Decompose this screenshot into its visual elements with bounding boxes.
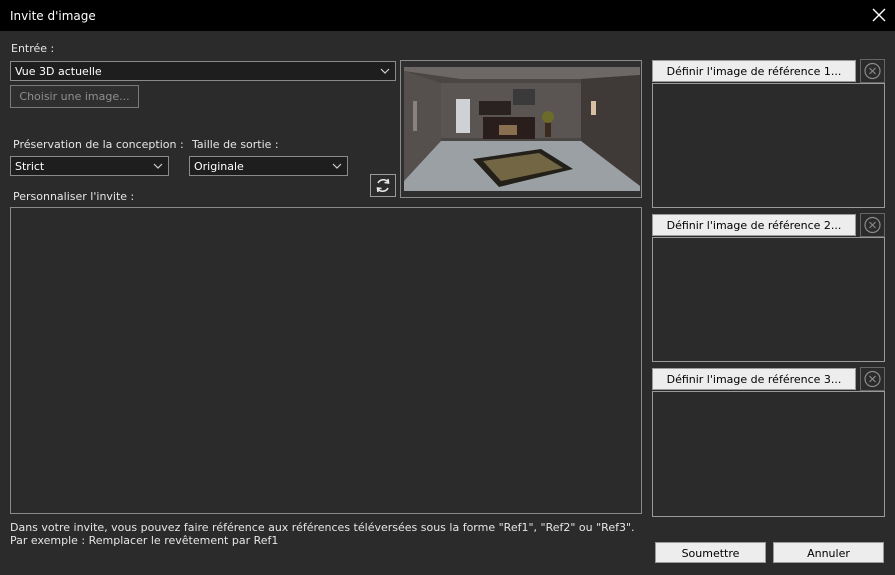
window-title: Invite d'image <box>10 9 96 23</box>
design-preservation-value: Strict <box>15 160 45 173</box>
preview-thumbnail <box>400 60 642 198</box>
design-preservation-dropdown[interactable]: Strict <box>10 156 169 176</box>
set-reference-3-button[interactable]: Définir l'image de référence 3... <box>652 368 856 390</box>
reference-2-image-slot[interactable] <box>652 237 885 362</box>
design-preservation-label: Préservation de la conception : <box>13 138 184 151</box>
prompt-textarea[interactable] <box>10 207 642 514</box>
output-size-label: Taille de sortie : <box>192 138 279 151</box>
refresh-button[interactable] <box>370 174 396 197</box>
cancel-button[interactable]: Annuler <box>773 542 884 563</box>
output-size-dropdown[interactable]: Originale <box>189 156 348 176</box>
chevron-down-icon <box>153 163 163 169</box>
source-value: Vue 3D actuelle <box>15 65 102 78</box>
output-size-value: Originale <box>194 160 244 173</box>
room-preview-image <box>401 61 641 197</box>
input-label: Entrée : <box>11 42 55 55</box>
title-bar <box>0 0 895 31</box>
close-button[interactable] <box>870 6 888 24</box>
clear-reference-3-button[interactable] <box>860 367 885 391</box>
hint-line-2: Par exemple : Remplacer le revêtement pa… <box>10 534 279 547</box>
clear-reference-2-button[interactable] <box>860 213 885 237</box>
clear-circle-icon <box>864 216 881 234</box>
set-reference-2-button[interactable]: Définir l'image de référence 2... <box>652 214 856 236</box>
clear-circle-icon <box>864 62 881 80</box>
chevron-down-icon <box>380 68 390 74</box>
refresh-icon <box>376 178 390 193</box>
reference-1-image-slot[interactable] <box>652 83 885 208</box>
set-reference-1-button[interactable]: Définir l'image de référence 1... <box>652 60 856 82</box>
hint-line-1: Dans votre invite, vous pouvez faire réf… <box>10 521 635 534</box>
clear-circle-icon <box>864 370 881 388</box>
prompt-label: Personnaliser l'invite : <box>13 190 135 203</box>
source-dropdown[interactable]: Vue 3D actuelle <box>10 61 396 81</box>
chevron-down-icon <box>332 163 342 169</box>
submit-button[interactable]: Soumettre <box>655 542 766 563</box>
choose-image-button[interactable]: Choisir une image... <box>10 85 139 108</box>
reference-3-image-slot[interactable] <box>652 391 885 517</box>
clear-reference-1-button[interactable] <box>860 59 885 83</box>
close-icon <box>872 8 886 22</box>
